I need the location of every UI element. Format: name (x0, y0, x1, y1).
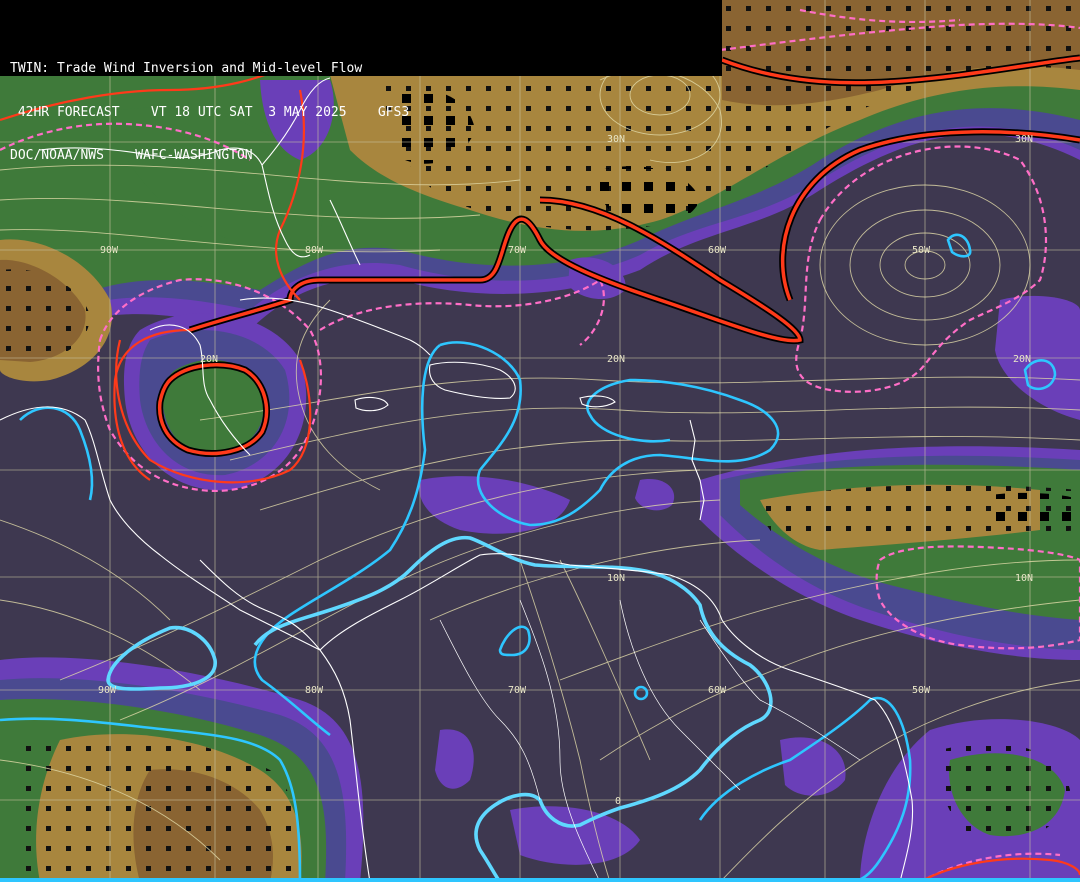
label-lon: 80W (305, 245, 324, 256)
label-lon: 90W (98, 685, 117, 696)
label-lat: 20N (1013, 354, 1031, 365)
label-lat: 20N (607, 354, 625, 365)
label-lon: 70W (508, 685, 527, 696)
label-lat: 10N (607, 573, 625, 584)
hatch-east-heavy (990, 492, 1080, 529)
label-lon: 90W (100, 245, 119, 256)
label-lon: 80W (305, 685, 324, 696)
label-lat: 10N (1015, 573, 1033, 584)
bottom-border (0, 878, 1080, 882)
label-lat: 20N (200, 354, 218, 365)
label-lat: 30N (1015, 134, 1033, 145)
label-lon: 70W (508, 245, 527, 256)
label-lon: 60W (708, 245, 727, 256)
label-lon: 60W (708, 685, 727, 696)
chart-title: TWIN: Trade Wind Inversion and Mid-level… (10, 61, 363, 76)
chart-header: TWIN: Trade Wind Inversion and Mid-level… (0, 0, 722, 163)
forecast-valid-time: 42HR FORECAST VT 18 UTC SAT 3 MAY 2025 G… (10, 104, 410, 120)
label-lon: 50W (912, 245, 931, 256)
agency-credit: DOC/NOAA/NWS WAFC-WASHINGTON (10, 148, 253, 163)
label-lat: 0 (615, 796, 621, 807)
label-lon: 50W (912, 685, 931, 696)
